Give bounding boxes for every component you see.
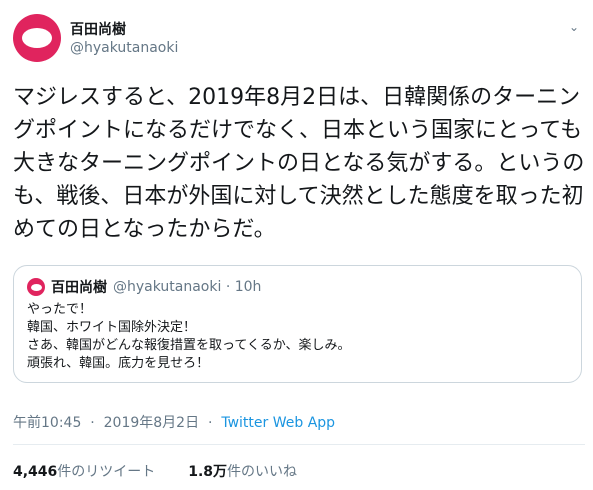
tweet-timestamp[interactable]: 午前10:45 — [13, 415, 81, 431]
like-stat[interactable]: 1.8万件のいいね — [188, 464, 297, 480]
author-display-name[interactable]: 百田尚樹 — [70, 19, 126, 39]
author-handle[interactable]: @hyakutanaoki — [70, 40, 178, 56]
avatar-icon — [30, 283, 42, 291]
retweet-label: 件のリツイート — [57, 464, 156, 480]
quoted-author-handle: @hyakutanaoki — [113, 279, 222, 295]
meta-separator: · — [90, 415, 95, 431]
like-count: 1.8万 — [188, 464, 228, 480]
tweet-date[interactable]: 2019年8月2日 — [104, 415, 199, 431]
quoted-separator: · — [225, 279, 231, 295]
quoted-tweet-header: 百田尚樹 @hyakutanaoki · 10h — [27, 277, 261, 297]
tweet-source-link[interactable]: Twitter Web App — [221, 415, 335, 431]
author-avatar[interactable] — [13, 14, 61, 62]
tweet-stats: 4,446件のリツイート 1.8万件のいいね — [13, 461, 297, 481]
tweet-meta: 午前10:45 · 2019年8月2日 · Twitter Web App — [13, 412, 335, 432]
tweet-text: マジレスすると、2019年8月2日は、日韓関係のターニングポイントになるだけでな… — [13, 85, 585, 242]
meta-separator: · — [207, 415, 213, 431]
quoted-tweet-text: やったで！ 韓国、ホワイト国除外決定！ さあ、韓国がどんな報復措置を取ってくるか… — [27, 302, 351, 371]
quoted-author-name: 百田尚樹 — [51, 280, 107, 296]
retweet-stat[interactable]: 4,446件のリツイート — [13, 464, 155, 480]
quoted-tweet-age: 10h — [234, 279, 262, 295]
avatar-icon — [22, 28, 52, 48]
divider — [13, 444, 585, 445]
quoted-author-avatar — [27, 278, 45, 296]
quoted-tweet[interactable]: 百田尚樹 @hyakutanaoki · 10h やったで！ 韓国、ホワイト国除… — [13, 265, 582, 383]
retweet-count: 4,446 — [13, 464, 58, 480]
like-label: 件のいいね — [227, 464, 298, 480]
chevron-down-icon[interactable]: ⌄ — [569, 20, 579, 34]
